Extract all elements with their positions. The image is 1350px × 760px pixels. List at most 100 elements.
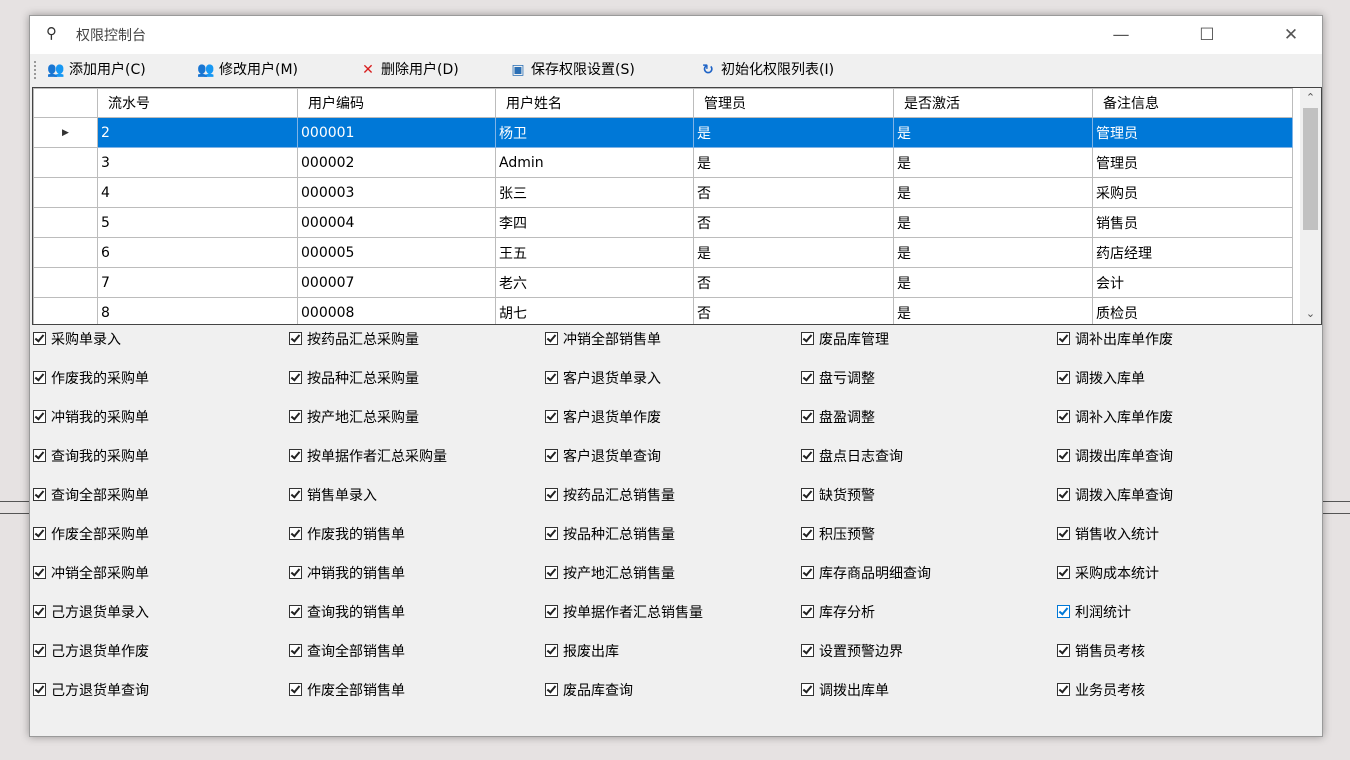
table-cell[interactable]: 是 [893, 237, 1093, 268]
permission-checkbox[interactable]: 调补入库单作废 [1057, 407, 1173, 429]
row-header[interactable] [33, 207, 98, 238]
table-cell[interactable]: 是 [893, 207, 1093, 238]
table-cell[interactable]: 000004 [297, 207, 496, 238]
table-cell[interactable]: 是 [893, 297, 1093, 324]
checkbox-checked-icon[interactable] [801, 605, 814, 618]
row-header[interactable] [33, 237, 98, 268]
checkbox-checked-icon[interactable] [801, 410, 814, 423]
permission-checkbox[interactable]: 盘亏调整 [801, 368, 875, 390]
checkbox-checked-icon[interactable] [289, 605, 302, 618]
checkbox-checked-icon[interactable] [801, 449, 814, 462]
permission-checkbox[interactable]: 冲销我的销售单 [289, 563, 405, 585]
checkbox-checked-icon[interactable] [289, 683, 302, 696]
checkbox-checked-icon[interactable] [545, 449, 558, 462]
modify-user-button[interactable]: 👥 修改用户(M) [196, 60, 298, 80]
checkbox-checked-icon[interactable] [33, 332, 46, 345]
checkbox-checked-icon[interactable] [801, 488, 814, 501]
permission-checkbox[interactable]: 客户退货单录入 [545, 368, 661, 390]
permission-checkbox[interactable]: 作废我的销售单 [289, 524, 405, 546]
checkbox-checked-icon[interactable] [33, 605, 46, 618]
table-cell[interactable]: 000001 [297, 117, 496, 148]
delete-user-button[interactable]: ✕ 删除用户(D) [358, 60, 459, 80]
checkbox-checked-icon[interactable] [545, 605, 558, 618]
table-row[interactable]: 3 000002 Admin 是是管理员 [33, 147, 1293, 178]
add-user-button[interactable]: 👥 添加用户(C) [46, 60, 145, 80]
row-header[interactable] [33, 297, 98, 324]
checkbox-checked-icon[interactable] [1057, 449, 1070, 462]
permission-checkbox[interactable]: 作废我的采购单 [33, 368, 149, 390]
table-row[interactable]: 4 000003 张三否是采购员 [33, 177, 1293, 208]
table-cell[interactable]: 000008 [297, 297, 496, 324]
table-cell[interactable]: 药店经理 [1092, 237, 1293, 268]
checkbox-checked-icon[interactable] [545, 488, 558, 501]
checkbox-checked-icon[interactable] [1057, 683, 1070, 696]
maximize-button[interactable]: ☐ [1184, 16, 1230, 54]
column-header[interactable]: 是否激活 [893, 88, 1093, 118]
table-cell[interactable]: 质检员 [1092, 297, 1293, 324]
checkbox-checked-icon[interactable] [289, 332, 302, 345]
permission-checkbox[interactable]: 冲销我的采购单 [33, 407, 149, 429]
column-header[interactable]: 管理员 [693, 88, 894, 118]
checkbox-checked-icon[interactable] [33, 683, 46, 696]
checkbox-checked-icon[interactable] [545, 527, 558, 540]
row-header[interactable] [33, 147, 98, 178]
permission-checkbox[interactable]: 调拨出库单查询 [1057, 446, 1173, 468]
user-grid[interactable]: 流水号 用户编码 用户姓名 管理员 是否激活 备注信息 ▶ 2 000001 杨卫是是… [32, 87, 1322, 325]
permission-checkbox[interactable]: 按产地汇总销售量 [545, 563, 675, 585]
column-header[interactable]: 用户姓名 [495, 88, 694, 118]
permission-checkbox[interactable]: 查询我的销售单 [289, 602, 405, 624]
table-cell[interactable]: 2 [97, 117, 298, 148]
permission-checkbox[interactable]: 己方退货单作废 [33, 641, 149, 663]
permission-checkbox[interactable]: 按单据作者汇总采购量 [289, 446, 447, 468]
permission-checkbox[interactable]: 设置预警边界 [801, 641, 903, 663]
checkbox-checked-icon[interactable] [545, 371, 558, 384]
table-cell[interactable]: 张三 [495, 177, 694, 208]
checkbox-checked-icon[interactable] [289, 488, 302, 501]
table-cell[interactable]: 否 [693, 267, 894, 298]
table-row[interactable]: 7 000007 老六否是会计 [33, 267, 1293, 298]
permission-checkbox[interactable]: 调拨出库单 [801, 680, 889, 702]
permission-checkbox[interactable]: 按药品汇总销售量 [545, 485, 675, 507]
permission-checkbox[interactable]: 业务员考核 [1057, 680, 1145, 702]
table-cell[interactable]: 否 [693, 297, 894, 324]
checkbox-checked-icon[interactable] [33, 449, 46, 462]
permission-checkbox[interactable]: 盘点日志查询 [801, 446, 903, 468]
table-row[interactable]: 6 000005 王五是是药店经理 [33, 237, 1293, 268]
table-cell[interactable]: 是 [693, 237, 894, 268]
row-header[interactable] [33, 267, 98, 298]
scroll-up-icon[interactable]: ⌃ [1300, 88, 1321, 108]
table-cell[interactable]: 000007 [297, 267, 496, 298]
checkbox-checked-icon[interactable] [801, 566, 814, 579]
permission-checkbox[interactable]: 查询我的采购单 [33, 446, 149, 468]
checkbox-checked-icon[interactable] [33, 644, 46, 657]
table-row[interactable]: 8 000008 胡七否是质检员 [33, 297, 1293, 324]
checkbox-checked-icon[interactable] [545, 332, 558, 345]
checkbox-checked-icon[interactable] [1057, 488, 1070, 501]
permission-checkbox[interactable]: 销售单录入 [289, 485, 377, 507]
permission-checkbox[interactable]: 调拨入库单查询 [1057, 485, 1173, 507]
permission-checkbox[interactable]: 按品种汇总采购量 [289, 368, 419, 390]
row-header[interactable]: ▶ [33, 117, 98, 148]
checkbox-checked-icon[interactable] [1057, 644, 1070, 657]
checkbox-checked-icon[interactable] [289, 410, 302, 423]
permission-checkbox[interactable]: 客户退货单查询 [545, 446, 661, 468]
table-cell[interactable]: 000002 [297, 147, 496, 178]
table-row[interactable]: 5 000004 李四否是销售员 [33, 207, 1293, 238]
column-header[interactable]: 流水号 [97, 88, 298, 118]
table-cell[interactable]: 李四 [495, 207, 694, 238]
permission-checkbox[interactable]: 作废全部采购单 [33, 524, 149, 546]
permission-checkbox[interactable]: 废品库查询 [545, 680, 633, 702]
table-cell[interactable]: 6 [97, 237, 298, 268]
table-cell[interactable]: 管理员 [1092, 117, 1293, 148]
checkbox-checked-icon[interactable] [289, 371, 302, 384]
scroll-down-icon[interactable]: ⌄ [1300, 304, 1321, 324]
checkbox-checked-icon[interactable] [1057, 527, 1070, 540]
table-cell[interactable]: 是 [893, 267, 1093, 298]
table-cell[interactable]: 采购员 [1092, 177, 1293, 208]
checkbox-checked-icon[interactable] [545, 644, 558, 657]
table-cell[interactable]: 是 [693, 117, 894, 148]
table-cell[interactable]: 否 [693, 207, 894, 238]
column-header[interactable]: 用户编码 [297, 88, 496, 118]
checkbox-checked-icon[interactable] [1057, 332, 1070, 345]
permission-checkbox[interactable]: 按产地汇总采购量 [289, 407, 419, 429]
